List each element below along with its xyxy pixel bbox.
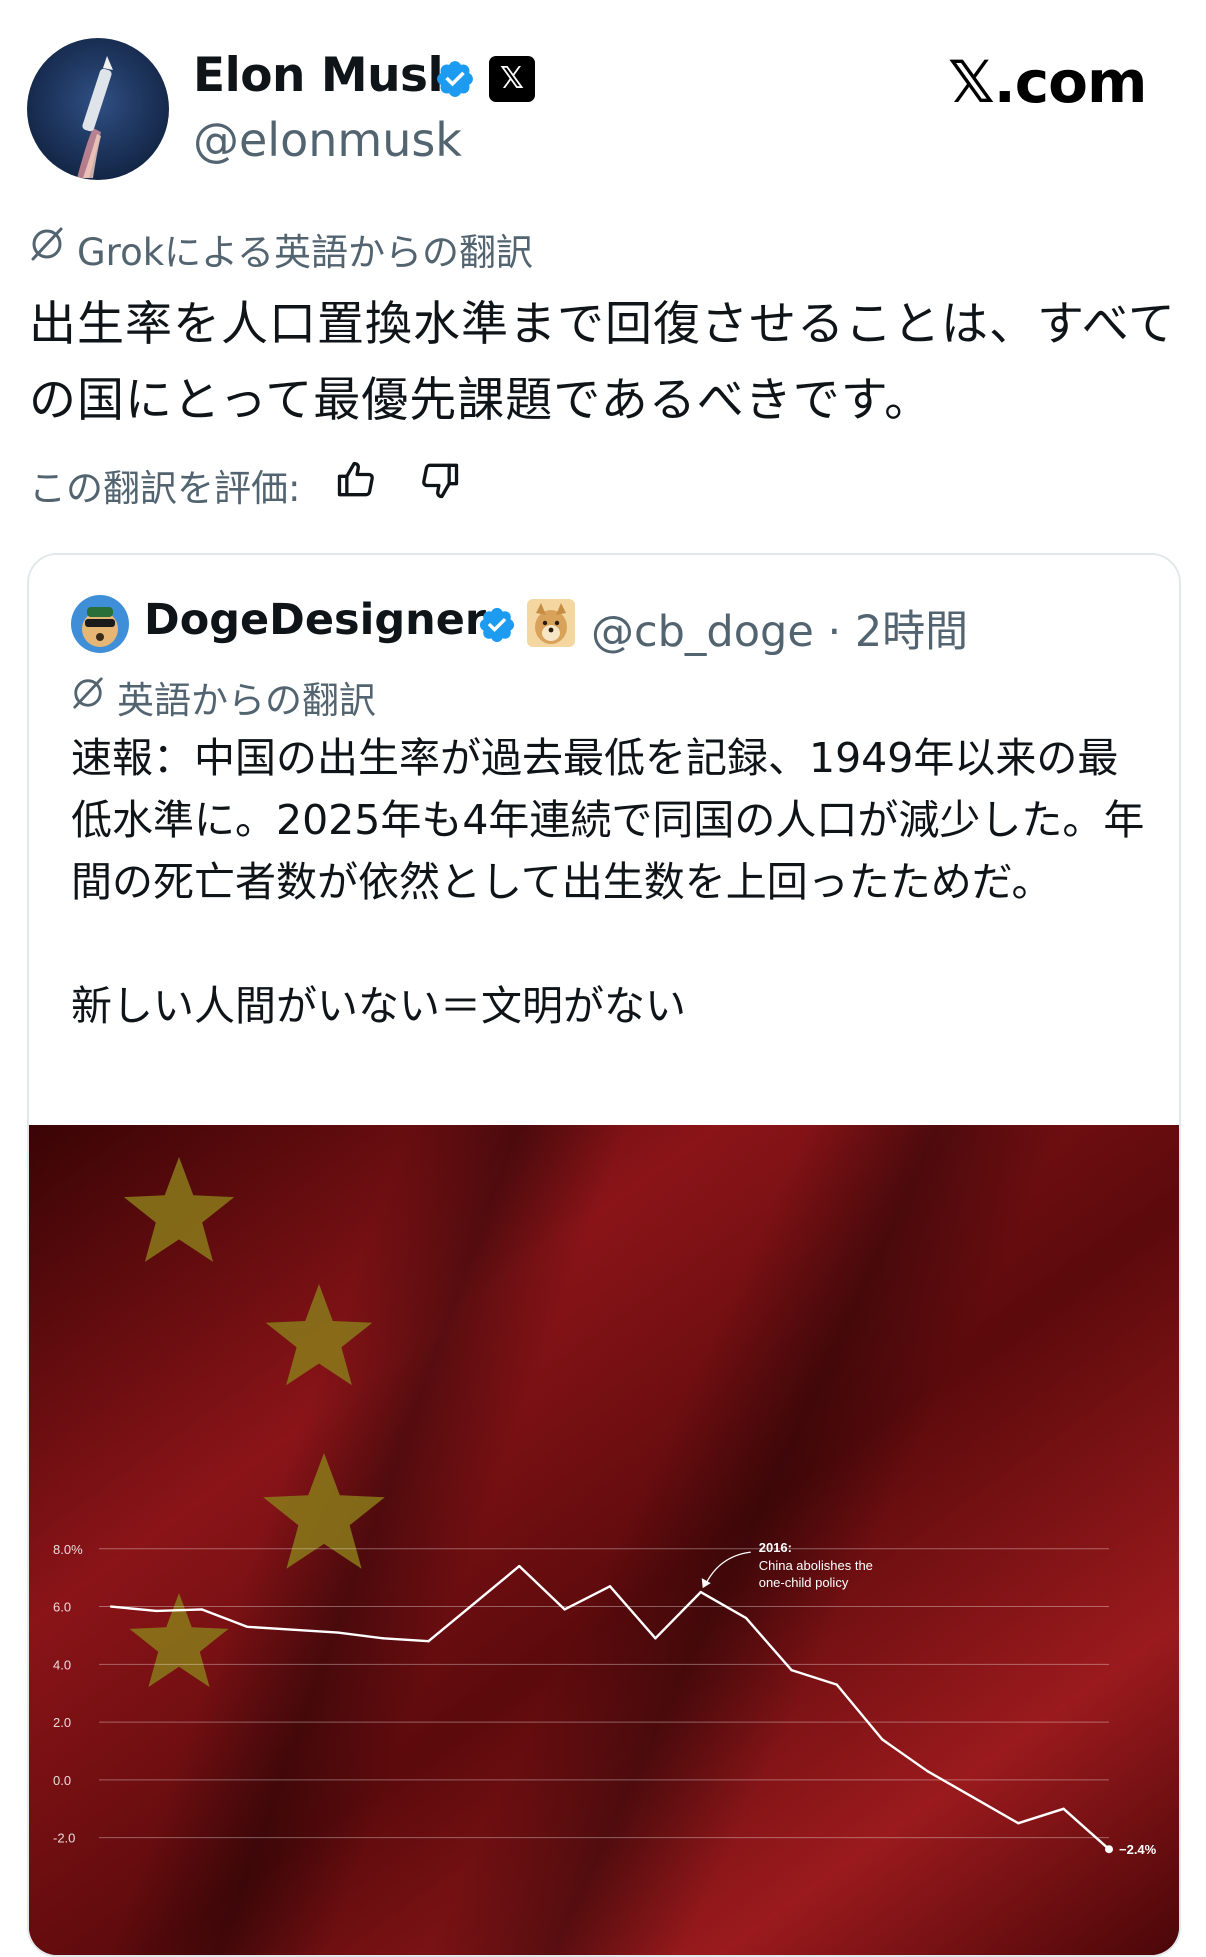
doge-affiliate-badge-icon [527,599,575,647]
author-handle[interactable]: @elonmusk [193,113,462,167]
quoted-post-text: 速報：中国の出生率が過去最低を記録、1949年以来の最低水準に。2025年も4年… [71,734,1145,1030]
last-point-marker [1105,1845,1113,1854]
thumbs-up-icon[interactable] [334,458,378,502]
verified-badge-icon [434,58,476,100]
y-tick-label: 0.0 [53,1773,71,1788]
annotation-text: China abolishes the [759,1558,873,1573]
quoted-author-avatar[interactable] [71,595,129,653]
quoted-display-name[interactable]: DogeDesigner [144,595,486,645]
data-point [109,1605,113,1608]
post-text: 出生率を人口置換水準まで回復させることは、すべての国にとって最優先課題であるべき… [29,297,1176,428]
data-point [381,1637,385,1640]
data-point [427,1640,430,1643]
y-tick-label: -2.0 [53,1831,75,1846]
data-point [1017,1822,1020,1825]
y-tick-label: 8.0% [53,1542,83,1557]
quoted-handle[interactable]: @cb_doge [591,607,814,657]
data-point [926,1770,929,1773]
data-point [1062,1807,1065,1810]
y-tick-label: 4.0 [53,1657,71,1672]
data-point [790,1668,793,1672]
data-point [654,1637,657,1640]
last-value-label: −2.4% [1119,1842,1157,1857]
data-point [699,1590,702,1594]
data-point [835,1683,839,1686]
y-tick-label: 2.0 [53,1715,71,1730]
data-point [291,1628,294,1631]
y-tick-label: 6.0 [53,1600,71,1615]
quoted-post-card[interactable]: DogeDesigner @cb_doge · 2時間 英語からの翻訳 速報：中… [27,553,1181,1957]
quoted-translate-icon [71,676,105,710]
quoted-verified-badge-icon [477,605,517,645]
translate-icon [29,226,65,262]
author-display-name[interactable]: Elon Musk [193,48,459,103]
data-point [200,1608,203,1611]
meta-separator: · [813,607,855,657]
quoted-translation-label[interactable]: 英語からの翻訳 [117,670,376,724]
translation-label[interactable]: Grokによる英語からの翻訳 [77,222,533,276]
quoted-handle-time[interactable]: @cb_doge · 2時間 [591,597,968,659]
data-point [971,1796,975,1799]
data-point [155,1609,158,1613]
quoted-timestamp[interactable]: 2時間 [855,607,968,657]
data-point [245,1625,249,1628]
data-point [472,1602,476,1605]
x-com-logo: 𝕏.com [948,48,1147,116]
data-point [608,1585,612,1588]
doge-avatar-icon [71,595,129,653]
birth-rate-chart: 8.0% 6.0 4.0 2.0 0.0 -2.0 2016: China abolishe… [29,1125,1179,1955]
data-point [563,1608,566,1611]
thumbs-down-icon[interactable] [418,458,462,502]
quoted-post-media[interactable]: 8.0% 6.0 4.0 2.0 0.0 -2.0 2016: China abolishe… [29,1125,1179,1955]
rocket-avatar-icon [27,38,169,180]
data-point [518,1564,521,1568]
data-point [880,1738,884,1741]
data-point [744,1616,748,1620]
x-affiliate-badge-icon: 𝕏 [489,56,535,102]
data-point [336,1631,340,1634]
author-avatar[interactable] [27,38,169,180]
rate-translation-label: この翻訳を評価: [29,467,301,510]
annotation-year: 2016: [759,1540,792,1555]
annotation-text: one-child policy [759,1575,849,1590]
